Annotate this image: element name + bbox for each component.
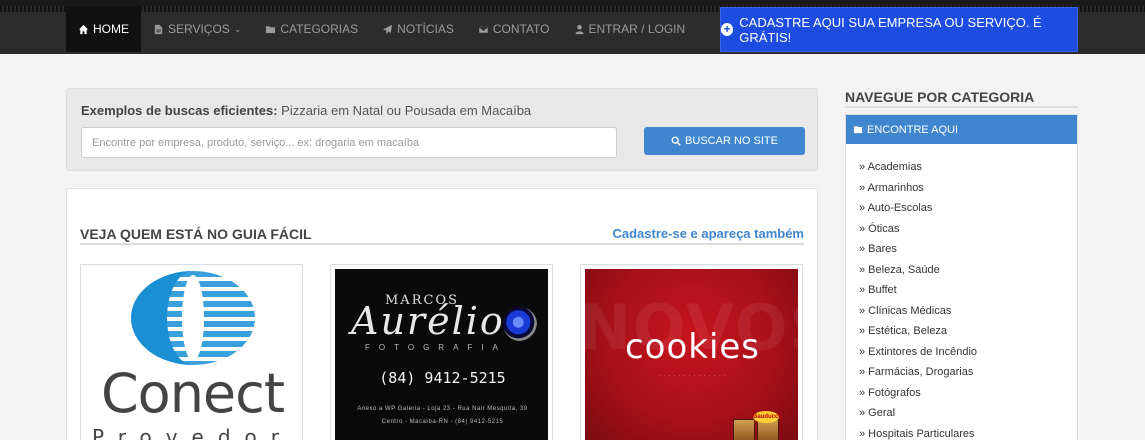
- sidebar-divider: [845, 106, 1078, 108]
- nav-label-servicos: SERVIÇOS: [168, 22, 230, 36]
- conect-subtitle: Provedor: [91, 425, 294, 440]
- search-icon: [671, 136, 681, 146]
- envelope-icon: [478, 25, 489, 34]
- business-card-conect[interactable]: Conect Provedor: [80, 264, 303, 440]
- business-card-cookies[interactable]: NOVOS cookies · · · · · · · · · · · · · …: [580, 264, 803, 440]
- search-button-label: BUSCAR NO SITE: [685, 135, 778, 147]
- category-item[interactable]: » Farmácias, Drogarias: [859, 362, 1077, 383]
- register-business-button[interactable]: + CADASTRE AQUI SUA EMPRESA OU SERVIÇO. …: [720, 7, 1078, 52]
- category-item[interactable]: » Academias: [859, 157, 1077, 178]
- folder-icon: [853, 126, 863, 134]
- category-panel-header: ENCONTRE AQUI: [846, 115, 1077, 144]
- nav-item-noticias[interactable]: NOTÍCIAS: [370, 6, 466, 52]
- ma-address-1: Anexo a WP Galeria - Loja 23 - Rua Nair …: [357, 406, 528, 412]
- cookies-brand-logo: Bauducco: [753, 411, 782, 423]
- cookies-tagline-graphic: · · · · · · · · · · · · · ·: [658, 373, 727, 379]
- category-item[interactable]: » Beleza, Saúde: [859, 260, 1077, 281]
- nav-item-servicos[interactable]: SERVIÇOS ⌄: [141, 6, 253, 52]
- category-item[interactable]: » Geral: [859, 403, 1077, 424]
- search-hint: Exemplos de buscas eficientes: Pizzaria …: [81, 103, 531, 118]
- search-hint-bold: Exemplos de buscas eficientes:: [81, 103, 278, 118]
- marcos-aurelio-ad: MARCOS Aurélio FOTOGRAFIA (84) 9412-5215…: [335, 269, 548, 440]
- ma-tagline: FOTOGRAFIA: [365, 343, 507, 352]
- category-list: » Academias » Armarinhos » Auto-Escolas …: [846, 144, 1077, 440]
- category-panel-title: ENCONTRE AQUI: [867, 123, 959, 136]
- main-nav: HOME SERVIÇOS ⌄ CATEGORIAS NOTÍCIAS CONT…: [66, 6, 697, 52]
- category-panel: ENCONTRE AQUI » Academias » Armarinhos »…: [845, 114, 1078, 440]
- conect-ad: Conect Provedor: [85, 269, 298, 440]
- search-hint-examples: Pizzaria em Natal ou Pousada em Macaíba: [277, 103, 532, 118]
- plus-circle-icon: +: [721, 23, 734, 36]
- sidebar-title: NAVEGUE POR CATEGORIA: [845, 89, 1035, 105]
- featured-title: VEJA QUEM ESTÁ NO GUIA FÁCIL: [80, 226, 312, 242]
- category-item[interactable]: » Estética, Beleza: [859, 321, 1077, 342]
- cookies-wordmark: cookies: [624, 327, 761, 367]
- user-icon: [574, 24, 584, 34]
- category-item[interactable]: » Fotógrafos: [859, 383, 1077, 404]
- ma-address-2: Centro - Macaíba-RN - (84) 9412-5215: [381, 419, 504, 425]
- category-item[interactable]: » Armarinhos: [859, 178, 1077, 199]
- paper-plane-icon: [383, 24, 393, 34]
- signup-link[interactable]: Cadastre-se e apareça também: [613, 226, 805, 241]
- camera-lens-icon: [503, 307, 537, 341]
- category-item[interactable]: » Bares: [859, 239, 1077, 260]
- ma-phone: (84) 9412-5215: [379, 369, 506, 387]
- search-panel: Exemplos de buscas eficientes: Pizzaria …: [66, 88, 818, 171]
- search-input[interactable]: [81, 127, 617, 158]
- nav-label-contato: CONTATO: [492, 22, 550, 36]
- search-button[interactable]: BUSCAR NO SITE: [644, 127, 805, 155]
- folder-icon: [266, 25, 276, 33]
- cookie-pack-icon: [733, 419, 755, 440]
- nav-item-categorias[interactable]: CATEGORIAS: [253, 6, 370, 52]
- category-item[interactable]: » Hospitais Particulares: [859, 424, 1077, 440]
- home-icon: [78, 24, 89, 34]
- nav-label-noticias: NOTÍCIAS: [397, 22, 454, 36]
- register-business-label: CADASTRE AQUI SUA EMPRESA OU SERVIÇO. É …: [739, 14, 1042, 45]
- nav-label-categorias: CATEGORIAS: [280, 22, 359, 36]
- category-item[interactable]: » Extintores de Incêndio: [859, 342, 1077, 363]
- category-item[interactable]: » Buffet: [859, 280, 1077, 301]
- cookies-ad: NOVOS cookies · · · · · · · · · · · · · …: [581, 269, 802, 440]
- nav-label-home: HOME: [93, 22, 129, 36]
- ma-name-big: Aurélio: [351, 299, 505, 343]
- chevron-down-icon: ⌄: [233, 23, 242, 34]
- conect-logo-icon: [131, 271, 255, 365]
- nav-item-contato[interactable]: CONTATO: [466, 6, 562, 52]
- category-item[interactable]: » Clínicas Médicas: [859, 301, 1077, 322]
- nav-label-login: ENTRAR / LOGIN: [588, 22, 686, 36]
- file-icon: [154, 24, 163, 34]
- business-card-marcos-aurelio[interactable]: MARCOS Aurélio FOTOGRAFIA (84) 9412-5215…: [330, 264, 553, 440]
- category-item[interactable]: » Auto-Escolas: [859, 198, 1077, 219]
- conect-wordmark: Conect: [100, 362, 285, 425]
- nav-item-login[interactable]: ENTRAR / LOGIN: [562, 6, 698, 52]
- category-item[interactable]: » Óticas: [859, 219, 1077, 240]
- nav-item-home[interactable]: HOME: [66, 6, 141, 52]
- featured-panel: VEJA QUEM ESTÁ NO GUIA FÁCIL Cadastre-se…: [66, 188, 818, 440]
- featured-divider: [80, 243, 804, 245]
